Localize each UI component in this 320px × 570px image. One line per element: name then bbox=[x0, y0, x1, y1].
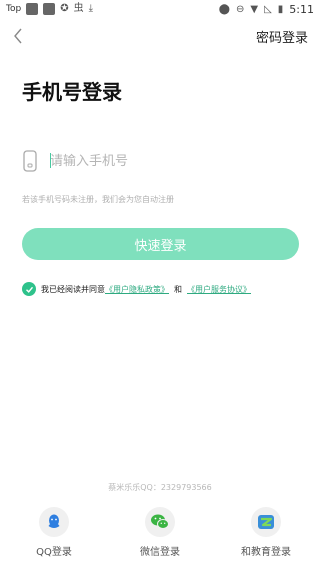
notification-icon bbox=[26, 3, 39, 15]
app-icon: 虫 bbox=[73, 3, 84, 14]
dnd-icon: ⊖ bbox=[235, 3, 245, 15]
status-bar-right: ⬤ ⊖ ▼ ◺ ▮ 5:11 bbox=[219, 3, 314, 16]
qq-login-label: QQ登录 bbox=[36, 547, 72, 558]
hejiaoyu-login-button[interactable]: 和教育登录 bbox=[226, 507, 306, 558]
quick-login-button[interactable]: 快速登录 bbox=[22, 228, 299, 260]
text-cursor bbox=[50, 153, 51, 168]
service-agreement-link[interactable]: 《用户服务协议》 bbox=[187, 284, 251, 295]
location-icon: ⬤ bbox=[218, 3, 230, 15]
qq-login-button[interactable]: QQ登录 bbox=[14, 507, 94, 558]
status-bar: Top ✪ 虫 ⤓ ⬤ ⊖ ▼ ◺ ▮ 5:11 bbox=[0, 0, 320, 20]
back-arrow-icon[interactable] bbox=[10, 26, 28, 46]
no-signal-icon: ◺ bbox=[264, 3, 272, 15]
phone-icon bbox=[23, 150, 37, 172]
hejiaoyu-login-label: 和教育登录 bbox=[241, 547, 291, 558]
hejiaoyu-icon bbox=[251, 507, 281, 537]
wechat-login-button[interactable]: 微信登录 bbox=[120, 507, 200, 558]
check-icon bbox=[25, 286, 33, 293]
agreement-row: 我已经阅读并同意 《用户隐私政策》 和 《用户服务协议》 bbox=[22, 282, 251, 296]
page-title: 手机号登录 bbox=[22, 80, 122, 104]
sync-icon: ✪ bbox=[60, 3, 69, 14]
agreement-text: 我已经阅读并同意 bbox=[41, 284, 105, 294]
carrier-label: Top bbox=[6, 4, 22, 14]
status-bar-left: Top ✪ 虫 ⤓ bbox=[6, 3, 93, 15]
download-icon: ⤓ bbox=[88, 3, 93, 14]
agreement-checkbox[interactable] bbox=[22, 282, 36, 296]
notification-icon bbox=[43, 3, 56, 15]
privacy-policy-link[interactable]: 《用户隐私政策》 bbox=[105, 284, 169, 295]
password-login-link[interactable]: 密码登录 bbox=[256, 27, 308, 46]
battery-icon: ▮ bbox=[277, 3, 284, 15]
wechat-login-label: 微信登录 bbox=[140, 547, 180, 558]
clock: 5:11 bbox=[289, 3, 314, 16]
agreement-and: 和 bbox=[174, 284, 182, 294]
wifi-icon: ▼ bbox=[250, 3, 259, 15]
qq-icon bbox=[39, 507, 69, 537]
phone-input[interactable] bbox=[50, 150, 300, 172]
register-hint: 若该手机号码未注册，我们会为您自动注册 bbox=[22, 195, 174, 204]
wechat-icon bbox=[145, 507, 175, 537]
qq-number-text: 蔡米乐乐QQ：2329793566 bbox=[108, 483, 212, 492]
